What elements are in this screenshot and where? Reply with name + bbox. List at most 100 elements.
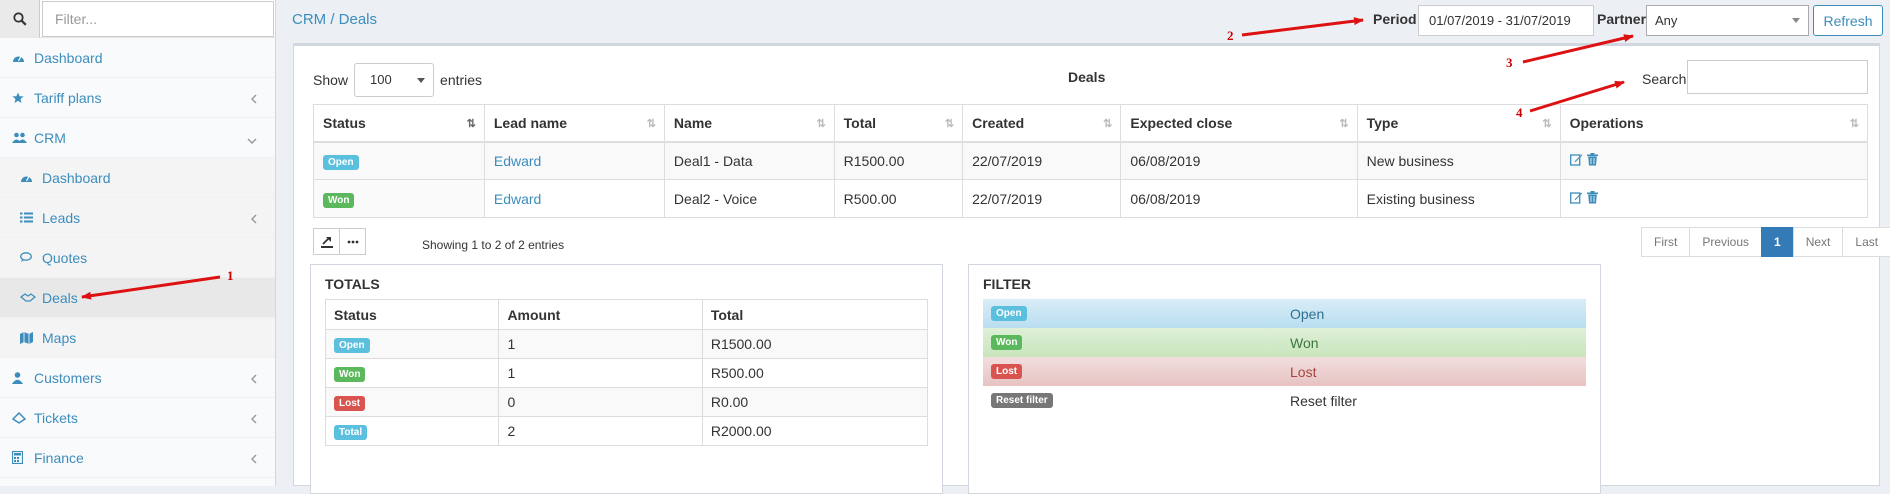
- sort-icon: ⇅: [646, 118, 656, 130]
- expected-close-cell: 06/08/2019: [1120, 141, 1358, 180]
- amount-cell: 0: [498, 387, 703, 417]
- sidebar-item-quotes[interactable]: Quotes: [0, 238, 275, 278]
- column-header-total[interactable]: Total ⇅: [833, 104, 964, 143]
- partner-select-value: Any: [1655, 13, 1678, 28]
- status-badge: Reset filter: [991, 393, 1053, 408]
- status-cell: Open: [313, 141, 485, 180]
- chevron-left-icon: [250, 411, 257, 427]
- status-cell: Won: [313, 179, 485, 218]
- column-header-status[interactable]: Status ⇅: [313, 104, 485, 143]
- entries-select-value: 100: [370, 72, 392, 87]
- total-cell: R500.00: [701, 358, 929, 388]
- operations-cell: [1559, 141, 1869, 180]
- totals-box: TOTALS Status Amount Total Open 1 R1500.…: [310, 264, 943, 494]
- sidebar-item-finance[interactable]: Finance: [0, 438, 275, 478]
- filter-box: FILTER Open Open Won Won Lost Lost Reset…: [968, 264, 1601, 494]
- sidebar-item-label: Customers: [34, 369, 102, 386]
- filter-label: Won: [1290, 334, 1319, 351]
- sidebar-item-label: Quotes: [42, 249, 88, 266]
- column-header-operations[interactable]: Operations ⇅: [1559, 104, 1869, 143]
- status-badge: Lost: [991, 364, 1023, 379]
- edit-icon[interactable]: [1569, 191, 1583, 204]
- table-row: Won 1 R500.00: [324, 358, 929, 388]
- edit-icon[interactable]: [1569, 153, 1583, 166]
- sort-icon: ⇅: [1103, 118, 1113, 130]
- filter-title: FILTER: [983, 276, 1031, 292]
- export-icon: [320, 236, 333, 248]
- pagination-first[interactable]: First: [1641, 227, 1691, 257]
- status-badge: Won: [334, 367, 366, 382]
- column-header-expected-close[interactable]: Expected close ⇅: [1120, 104, 1358, 143]
- sidebar-item-tickets[interactable]: Tickets: [0, 398, 275, 438]
- status-badge: Open: [334, 338, 370, 353]
- sidebar-item-crm[interactable]: CRM: [0, 118, 275, 158]
- sidebar-item-label: Leads: [42, 209, 81, 226]
- sidebar-item-customers[interactable]: Customers: [0, 358, 275, 398]
- entries-select[interactable]: 100: [354, 63, 435, 97]
- sidebar: Dashboard Tariff plans CRM Dashboard Lea…: [0, 0, 276, 486]
- lead-link[interactable]: Edward: [494, 153, 541, 169]
- breadcrumb[interactable]: CRM / Deals: [292, 11, 377, 28]
- deals-search-input[interactable]: [1687, 60, 1868, 94]
- pagination-last[interactable]: Last: [1842, 227, 1890, 257]
- dashboard-icon: [20, 172, 36, 183]
- status-badge: Open: [991, 306, 1027, 321]
- lead-link[interactable]: Edward: [494, 191, 541, 207]
- amount-cell: 1: [498, 329, 703, 359]
- sort-active-icon: ⇅: [466, 118, 476, 130]
- filter-won-row[interactable]: Won Won: [983, 328, 1586, 357]
- delete-icon[interactable]: [1586, 152, 1598, 166]
- deals-table: Status ⇅ Lead name ⇅ Name ⇅ Total ⇅ Created ⇅…: [313, 104, 1869, 218]
- column-header-label: Created: [972, 114, 1025, 131]
- status-badge: Lost: [334, 396, 366, 411]
- pagination-next[interactable]: Next: [1792, 227, 1844, 257]
- type-cell: Existing business: [1356, 179, 1561, 218]
- chevron-left-icon: [250, 211, 257, 227]
- period-date-range-input[interactable]: 01/07/2019 - 31/07/2019: [1418, 5, 1594, 36]
- sidebar-item-tariff-plans[interactable]: Tariff plans: [0, 78, 275, 118]
- chevron-down-icon: [247, 131, 257, 147]
- more-options-button[interactable]: [339, 228, 366, 255]
- partner-select[interactable]: Any: [1646, 5, 1809, 36]
- show-label: Show: [313, 72, 349, 88]
- pagination-page-1[interactable]: 1: [1761, 227, 1794, 257]
- caret-down-icon: [417, 78, 426, 83]
- partner-label: Partner: [1597, 11, 1647, 27]
- column-header-type[interactable]: Type ⇅: [1356, 104, 1561, 143]
- comments-icon: [20, 252, 36, 263]
- sidebar-item-crm-dashboard[interactable]: Dashboard: [0, 158, 275, 198]
- pagination: First Previous 1 Next Last: [1641, 227, 1890, 257]
- chevron-left-icon: [250, 451, 257, 467]
- table-info: Showing 1 to 2 of 2 entries: [422, 238, 565, 252]
- ticket-icon: [12, 411, 28, 424]
- pagination-previous[interactable]: Previous: [1689, 227, 1763, 257]
- filter-lost-row[interactable]: Lost Lost: [983, 357, 1586, 386]
- delete-icon[interactable]: [1586, 190, 1598, 204]
- dashboard-icon: [12, 52, 28, 63]
- list-icon: [20, 212, 36, 223]
- sidebar-item-label: Maps: [42, 329, 77, 346]
- search-icon: [12, 12, 27, 26]
- entries-length-control: Show 100 entries: [313, 63, 482, 97]
- table-tools: [313, 228, 366, 255]
- column-header-created[interactable]: Created ⇅: [962, 104, 1122, 143]
- sidebar-item-deals[interactable]: Deals: [0, 278, 275, 318]
- amount-cell: 2: [498, 416, 703, 446]
- sidebar-item-maps[interactable]: Maps: [0, 318, 275, 358]
- main-content: CRM / Deals Period 01/07/2019 - 31/07/20…: [277, 0, 1890, 494]
- filter-reset-row[interactable]: Reset filter Reset filter: [983, 386, 1586, 415]
- sidebar-filter-input[interactable]: [42, 1, 274, 37]
- entries-label: entries: [440, 72, 483, 88]
- status-badge: Won: [323, 192, 355, 208]
- refresh-button[interactable]: Refresh: [1813, 5, 1883, 36]
- column-header-name[interactable]: Name ⇅: [663, 104, 835, 143]
- status-badge: Open: [323, 154, 359, 170]
- sidebar-item-dashboard[interactable]: Dashboard: [0, 38, 275, 78]
- filter-open-row[interactable]: Open Open: [983, 299, 1586, 328]
- column-header-label: Lead name: [493, 114, 568, 131]
- sidebar-item-leads[interactable]: Leads: [0, 198, 275, 238]
- search-button[interactable]: [0, 0, 40, 38]
- export-button[interactable]: [313, 228, 340, 255]
- column-header-lead-name[interactable]: Lead name ⇅: [483, 104, 665, 143]
- filter-label: Open: [1290, 305, 1325, 322]
